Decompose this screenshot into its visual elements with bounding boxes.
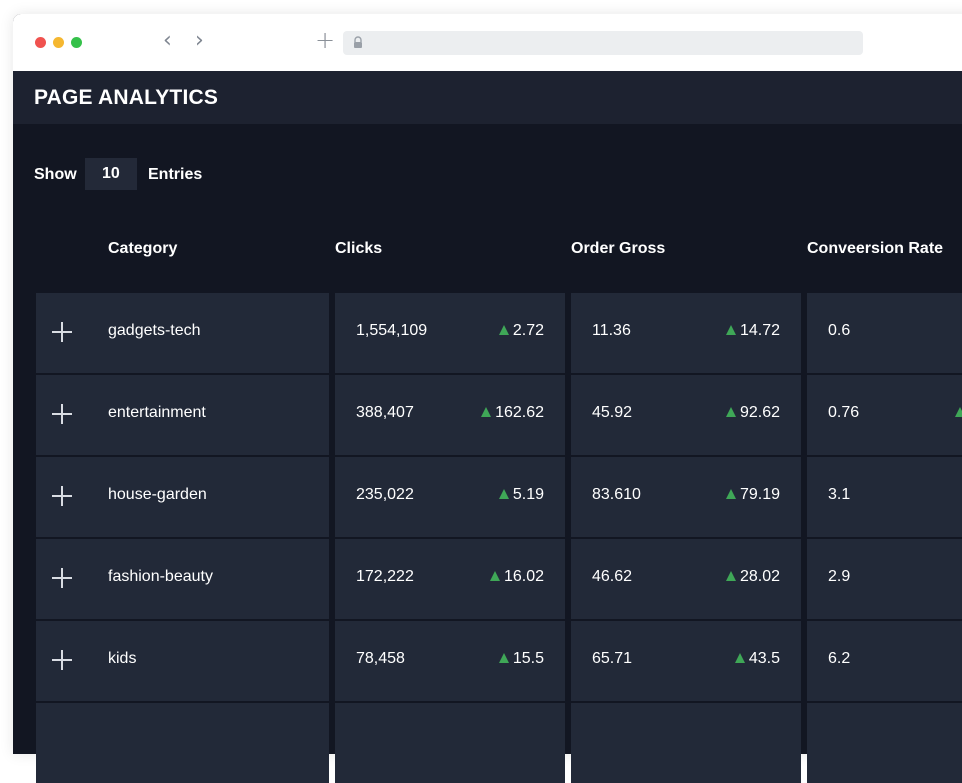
gross-value: 45.92	[592, 404, 633, 421]
category-name: fashion-beauty	[108, 568, 213, 585]
clicks-delta: 162.62	[481, 404, 544, 422]
trend-up-icon	[725, 325, 736, 335]
back-arrow-icon[interactable]: ‹	[163, 30, 172, 52]
lock-icon	[354, 36, 362, 48]
conversion-rate-cell: 0.6	[807, 293, 962, 373]
gross-delta-value: 28.02	[739, 568, 780, 585]
clicks-delta-value: 162.62	[495, 404, 544, 421]
gross-delta: 79.19	[725, 486, 780, 504]
conversion-rate-value: 0.6	[828, 322, 851, 339]
entries-label: Entries	[148, 166, 203, 183]
trend-up-icon	[481, 407, 492, 417]
column-header-conversion-rate[interactable]: Conveersion Rate	[807, 240, 943, 258]
clicks-delta-value: 15.5	[512, 650, 544, 667]
column-header-clicks[interactable]: Clicks	[335, 240, 382, 258]
gross-delta: 92.62	[725, 404, 780, 422]
clicks-delta-value: 16.02	[503, 568, 544, 585]
clicks-cell: 388,407 162.62	[335, 375, 565, 455]
category-name: house-garden	[108, 486, 207, 503]
conversion-rate-cell: 2.9	[807, 539, 962, 619]
clicks-cell: 78,458 15.5	[335, 621, 565, 701]
new-tab-plus-icon[interactable]: +	[315, 28, 335, 52]
address-bar[interactable]	[343, 31, 863, 55]
column-header-category[interactable]: Category	[108, 240, 177, 258]
expand-row-plus-icon[interactable]	[52, 404, 72, 424]
conversion-rate-value: 0.76	[828, 404, 860, 421]
gross-value: 46.62	[592, 568, 633, 585]
trend-up-icon	[725, 571, 736, 581]
gross-delta: 28.02	[725, 568, 780, 586]
category-cell: kids	[36, 621, 329, 701]
order-gross-cell: 11.36 14.72	[571, 293, 801, 373]
category-name: gadgets-tech	[108, 322, 201, 339]
show-label: Show	[34, 166, 77, 183]
minimize-window-button[interactable]	[53, 37, 64, 48]
category-cell	[36, 703, 329, 783]
browser-chrome: ‹ › +	[13, 14, 962, 71]
order-gross-cell: 65.71 43.5	[571, 621, 801, 701]
clicks-value: 1,554,109	[356, 322, 428, 339]
trend-up-icon	[725, 407, 736, 417]
trend-up-icon	[498, 325, 509, 335]
category-cell: entertainment	[36, 375, 329, 455]
gross-value: 11.36	[592, 322, 631, 339]
gross-delta-value: 92.62	[739, 404, 780, 421]
trend-up-icon	[498, 489, 509, 499]
category-cell: gadgets-tech	[36, 293, 329, 373]
clicks-cell	[335, 703, 565, 783]
trend-up-icon	[955, 407, 962, 417]
clicks-delta-value: 2.72	[512, 322, 544, 339]
order-gross-cell	[571, 703, 801, 783]
trend-up-icon	[498, 653, 509, 663]
clicks-cell: 172,222 16.02	[335, 539, 565, 619]
entries-count-select[interactable]: 10	[85, 158, 137, 190]
category-name: entertainment	[108, 404, 206, 421]
gross-value: 65.71	[592, 650, 633, 667]
page-title: PAGE ANALYTICS	[34, 86, 219, 109]
forward-arrow-icon[interactable]: ›	[195, 30, 204, 52]
category-cell: house-garden	[36, 457, 329, 537]
clicks-value: 388,407	[356, 404, 414, 421]
clicks-delta-value: 5.19	[512, 486, 544, 503]
gross-delta-value: 79.19	[739, 486, 780, 503]
conversion-rate-cell: 6.2	[807, 621, 962, 701]
clicks-cell: 1,554,109 2.72	[335, 293, 565, 373]
expand-row-plus-icon[interactable]	[52, 322, 72, 342]
conversion-rate-value: 6.2	[828, 650, 851, 667]
trend-up-icon	[734, 653, 745, 663]
clicks-value: 172,222	[356, 568, 414, 585]
clicks-value: 235,022	[356, 486, 414, 503]
trend-up-icon	[725, 489, 736, 499]
clicks-delta: 5.19	[498, 486, 544, 504]
clicks-delta: 16.02	[489, 568, 544, 586]
order-gross-cell: 83.610 79.19	[571, 457, 801, 537]
trend-up-icon	[489, 571, 500, 581]
order-gross-cell: 46.62 28.02	[571, 539, 801, 619]
gross-value: 83.610	[592, 486, 641, 503]
gross-delta-value: 14.72	[739, 322, 780, 339]
conversion-rate-value: 2.9	[828, 568, 851, 585]
column-header-order-gross[interactable]: Order Gross	[571, 240, 665, 258]
gross-delta-value: 43.5	[748, 650, 780, 667]
clicks-delta: 2.72	[498, 322, 544, 340]
clicks-value: 78,458	[356, 650, 405, 667]
conversion-rate-cell: 0.76	[807, 375, 962, 455]
gross-delta: 14.72	[725, 322, 780, 340]
close-window-button[interactable]	[35, 37, 46, 48]
clicks-cell: 235,022 5.19	[335, 457, 565, 537]
order-gross-cell: 45.92 92.62	[571, 375, 801, 455]
conversion-rate-cell: 3.1	[807, 457, 962, 537]
category-name: kids	[108, 650, 137, 667]
page-header: PAGE ANALYTICS	[13, 71, 962, 124]
gross-delta: 43.5	[734, 650, 780, 668]
maximize-window-button[interactable]	[71, 37, 82, 48]
expand-row-plus-icon[interactable]	[52, 650, 72, 670]
expand-row-plus-icon[interactable]	[52, 568, 72, 588]
clicks-delta: 15.5	[498, 650, 544, 668]
expand-row-plus-icon[interactable]	[52, 486, 72, 506]
conversion-rate-cell	[807, 703, 962, 783]
category-cell: fashion-beauty	[36, 539, 329, 619]
conversion-rate-value: 3.1	[828, 486, 851, 503]
